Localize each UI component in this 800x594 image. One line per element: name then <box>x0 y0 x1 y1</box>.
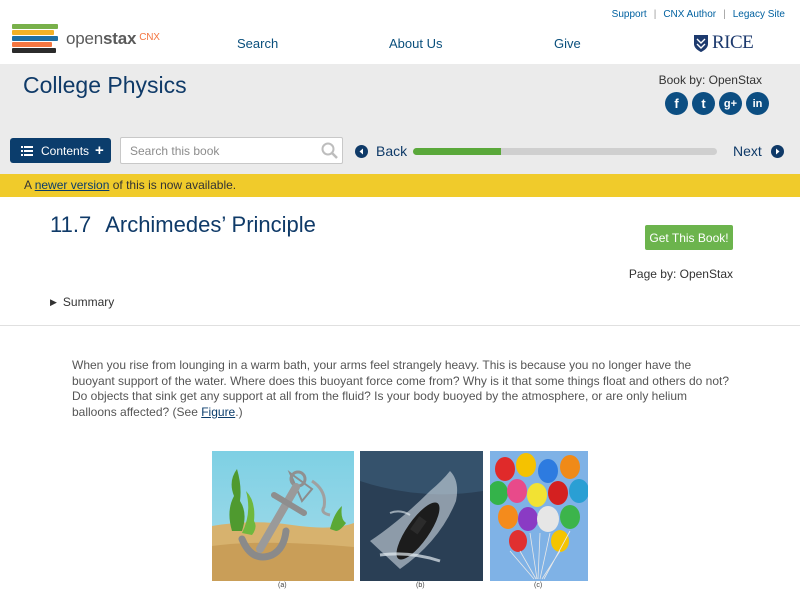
triangle-right-icon: ▶ <box>50 296 57 307</box>
arrow-right-icon <box>770 144 784 158</box>
figure-submarine-image <box>360 451 483 581</box>
plus-icon: + <box>95 142 104 159</box>
google-plus-icon[interactable]: g+ <box>719 92 742 115</box>
notice-prefix: A <box>24 178 35 192</box>
intro-end: .) <box>235 404 243 419</box>
caption-b: (b) <box>416 582 425 589</box>
social-share: f t g+ in <box>665 92 771 115</box>
site-header: openstax CNX Support | CNX Author | Legac… <box>0 0 800 64</box>
intro-text: When you rise from lounging in a warm ba… <box>72 358 730 419</box>
newer-version-link[interactable]: newer version <box>35 178 110 192</box>
notice-suffix: of this is now available. <box>109 178 237 192</box>
rice-shield-icon <box>694 34 708 52</box>
summary-toggle[interactable]: ▶ Summary <box>50 295 114 309</box>
caption-c: (c) <box>534 582 543 589</box>
divider: | <box>653 9 657 20</box>
section-number: 11.7 <box>50 212 92 237</box>
book-search <box>120 137 343 164</box>
logo-books-icon <box>12 24 60 54</box>
nav-search[interactable]: Search <box>237 36 278 51</box>
caption-a: (a) <box>278 582 287 589</box>
back-label: Back <box>376 143 408 159</box>
logo-wordmark: openstax CNX <box>66 29 160 48</box>
nav-about-us[interactable]: About Us <box>389 36 442 51</box>
search-icon[interactable] <box>320 141 339 160</box>
figure-balloons-image <box>490 451 588 581</box>
book-title: College Physics <box>23 72 187 98</box>
rice-wordmark: RICE <box>712 32 754 53</box>
next-label: Next <box>733 143 762 159</box>
list-icon <box>21 145 33 156</box>
facebook-icon[interactable]: f <box>665 92 688 115</box>
book-author: Book by: OpenStax <box>658 73 762 87</box>
contents-button[interactable]: Contents + <box>10 138 111 163</box>
divider: | <box>723 9 726 20</box>
back-button[interactable]: Back <box>355 143 407 159</box>
arrow-left-icon <box>355 144 368 158</box>
contents-label: Contents <box>41 143 90 158</box>
figure-anchor-image <box>212 451 354 581</box>
page-title: 11.7 Archimedes’ Principle <box>50 212 316 238</box>
figure-link[interactable]: Figure <box>201 405 235 419</box>
summary-label: Summary <box>62 295 115 309</box>
divider <box>0 325 800 326</box>
book-header: College Physics Book by: OpenStax f t g+… <box>0 64 800 174</box>
search-input[interactable] <box>121 138 311 163</box>
legacy-site-link[interactable]: Legacy Site <box>729 9 789 20</box>
cnx-author-link[interactable]: CNX Author <box>659 9 720 20</box>
support-link[interactable]: Support <box>608 9 651 20</box>
section-title: Archimedes’ Principle <box>105 212 316 237</box>
newer-version-notice: A newer version of this is now available… <box>0 174 800 197</box>
linkedin-icon[interactable]: in <box>746 92 769 115</box>
openstax-cnx-logo[interactable]: openstax CNX <box>12 24 160 54</box>
progress-fill <box>413 148 502 155</box>
next-button[interactable]: Next <box>733 143 784 159</box>
rice-logo[interactable]: RICE <box>693 32 754 54</box>
intro-paragraph: When you rise from lounging in a warm ba… <box>72 358 732 420</box>
utility-links: Support | CNX Author | Legacy Site <box>608 9 789 20</box>
get-this-book-button[interactable]: Get This Book! <box>645 225 733 250</box>
book-progress-bar <box>413 148 717 155</box>
nav-give[interactable]: Give <box>554 36 581 51</box>
page-author: Page by: OpenStax <box>628 267 733 281</box>
twitter-icon[interactable]: t <box>692 92 715 115</box>
